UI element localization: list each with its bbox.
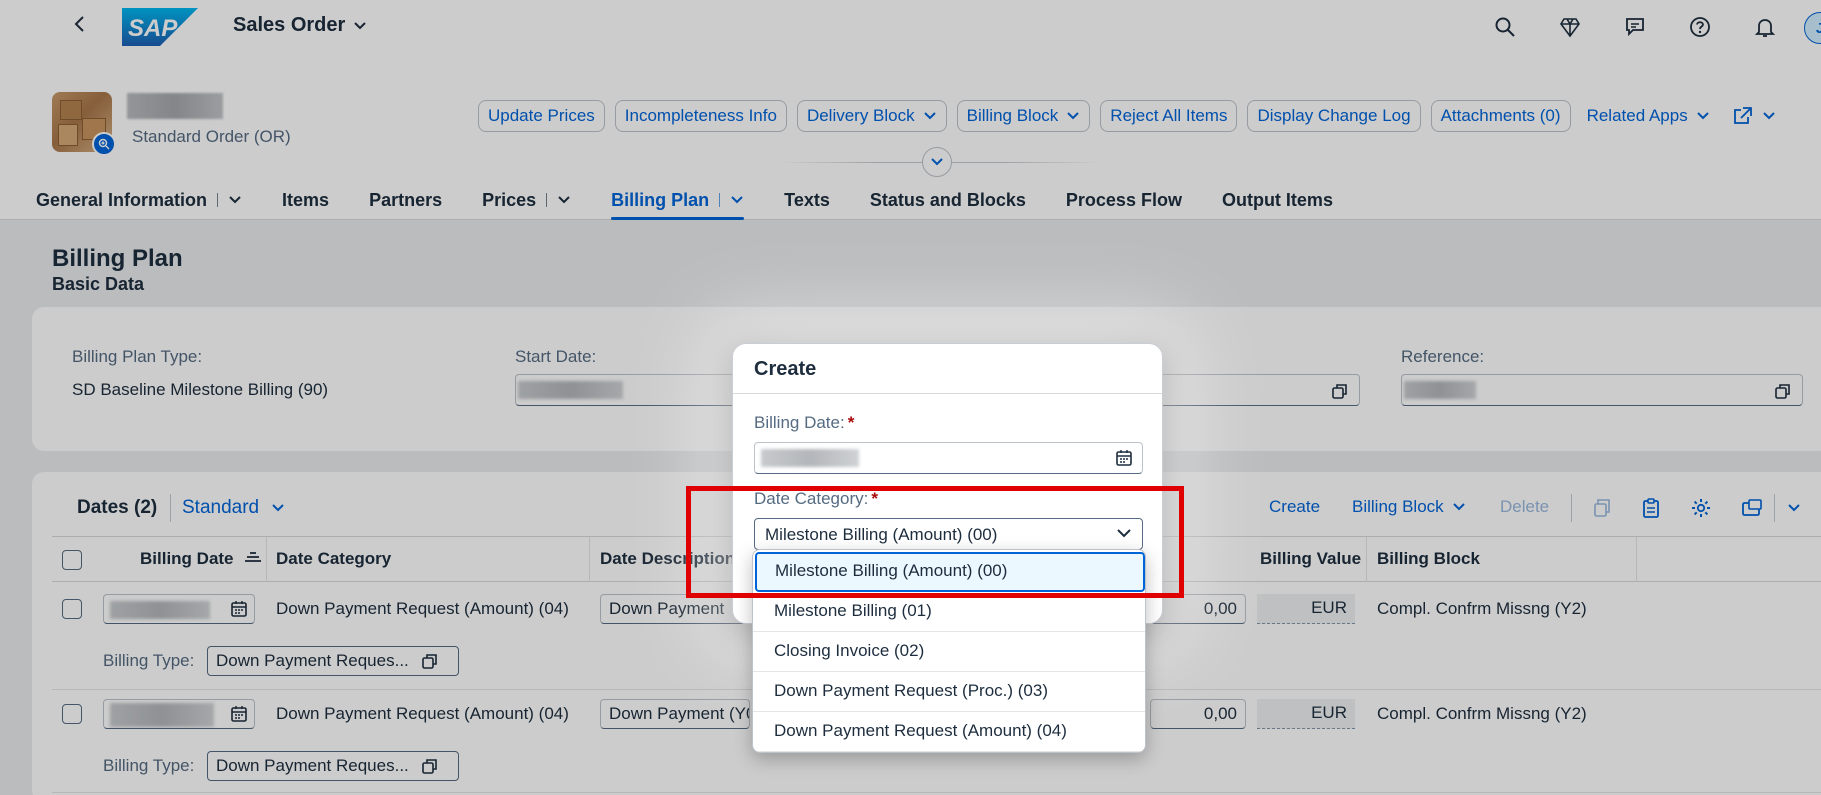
required-indicator: * [847, 413, 855, 432]
billing-date-input[interactable] [754, 442, 1143, 474]
dialog-title: Create [754, 358, 817, 380]
highlight-annotation [686, 486, 1184, 598]
option-milestone-billing[interactable]: Milestone Billing (01) [753, 592, 1145, 632]
billing-date-redacted [761, 449, 859, 467]
billing-date-label: Billing Date: * [754, 413, 854, 433]
dialog-header: Create [733, 344, 1162, 394]
billing-date-label-text: Billing Date: [754, 413, 845, 432]
calendar-icon[interactable] [1115, 449, 1133, 467]
option-closing-invoice[interactable]: Closing Invoice (02) [753, 632, 1145, 672]
option-down-payment-request-amount[interactable]: Down Payment Request (Amount) (04) [753, 712, 1145, 752]
option-down-payment-request-proc[interactable]: Down Payment Request (Proc.) (03) [753, 672, 1145, 712]
